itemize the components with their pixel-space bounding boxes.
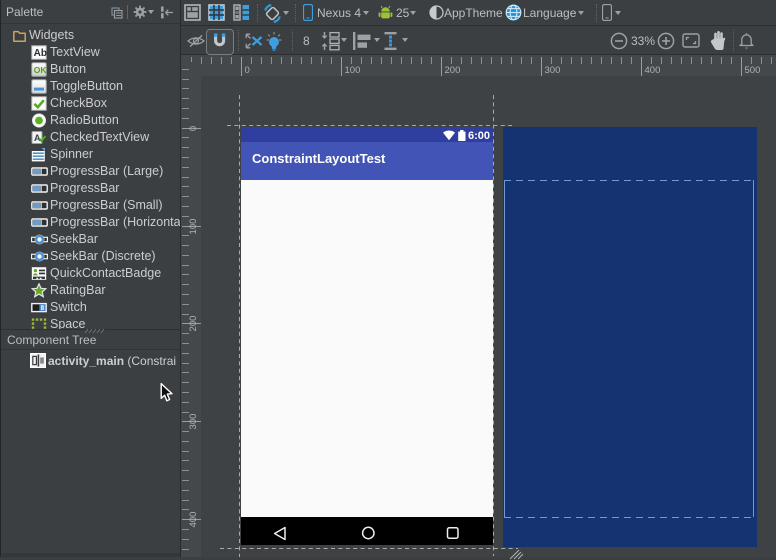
svg-text:Ab: Ab — [34, 48, 47, 59]
svg-text:OK: OK — [34, 65, 47, 75]
svg-text:A: A — [34, 133, 41, 143]
